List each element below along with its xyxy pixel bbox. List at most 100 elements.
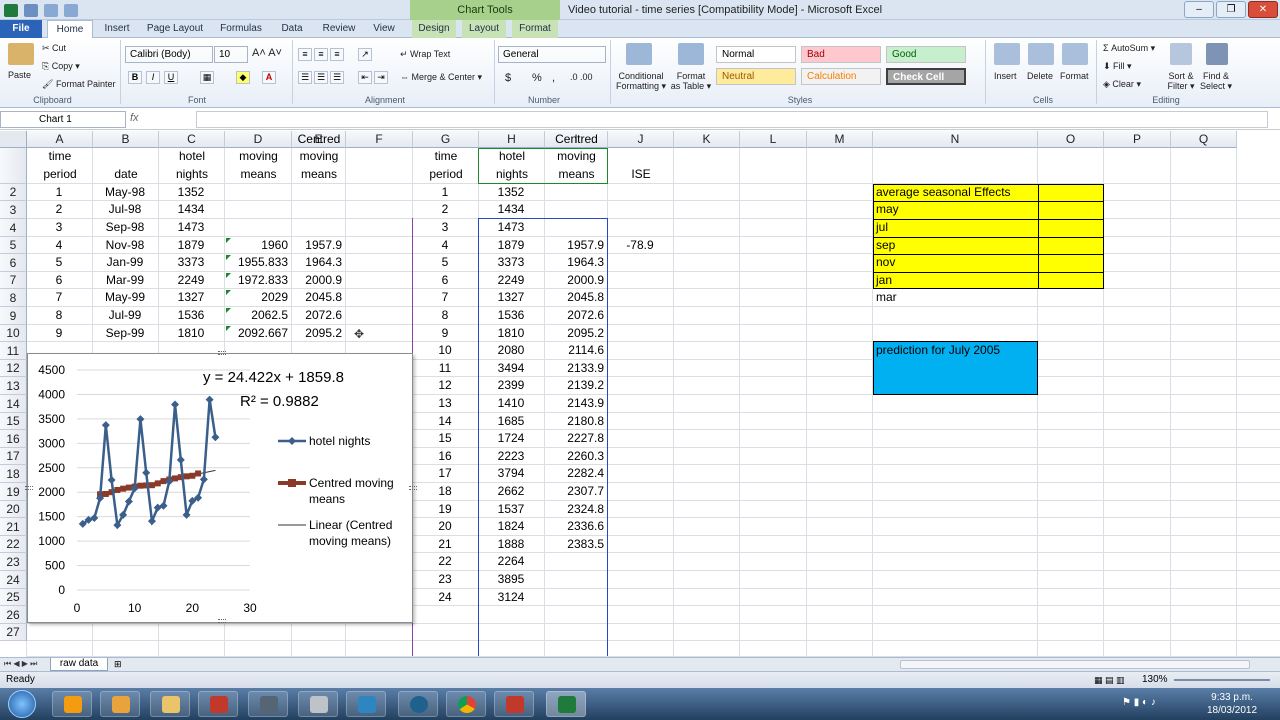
formula-input[interactable] [196, 111, 1268, 128]
conditional-formatting-icon[interactable] [626, 43, 652, 65]
taskbar-snipping[interactable] [198, 691, 238, 717]
insert-sheet-icon[interactable]: ⊞ [114, 659, 122, 670]
delete-cells-icon[interactable] [1028, 43, 1054, 65]
row-header[interactable]: 13 [0, 377, 27, 395]
header-moving-means[interactable]: moving means [225, 148, 292, 183]
currency-button[interactable]: $ [505, 72, 511, 84]
align-center-icon[interactable]: ☰ [314, 71, 328, 84]
time-period-cell[interactable]: 2 [29, 201, 89, 218]
taskbar-remote[interactable] [346, 691, 386, 717]
column-header[interactable]: C [159, 131, 225, 148]
tab-design[interactable]: Design [412, 20, 456, 38]
seasonal-label-may[interactable]: may [876, 201, 899, 218]
taskbar-outlook[interactable] [100, 691, 140, 717]
centred-moving-means-cell[interactable]: 2000.9 [294, 272, 342, 289]
sheet-tab-raw-data[interactable]: raw data [50, 658, 108, 671]
wrap-text-button[interactable]: ↵ Wrap Text [400, 49, 450, 60]
restore-icon[interactable]: ❐ [1216, 1, 1246, 18]
comma-button[interactable]: , [552, 72, 555, 84]
hotel-nights-cell[interactable]: 1434 [161, 201, 221, 218]
fill-button[interactable]: ⬇ Fill ▾ [1103, 61, 1132, 72]
column-header[interactable]: P [1104, 131, 1171, 148]
chart-resize-handle[interactable] [218, 619, 226, 623]
font-size-select[interactable]: 10 [214, 46, 248, 63]
taskbar-media-player[interactable] [52, 691, 92, 717]
tab-formulas[interactable]: Formulas [214, 20, 268, 38]
hotel-nights-cell[interactable]: 1352 [481, 184, 541, 201]
save-icon[interactable] [24, 3, 38, 17]
column-header[interactable]: D [225, 131, 292, 148]
view-buttons-icon[interactable]: ▦ ▤ ▥ [1094, 672, 1125, 688]
time-period-cell[interactable]: 8 [29, 307, 89, 324]
date-cell[interactable]: Sep-98 [95, 219, 155, 236]
format-cells-button[interactable]: Format [1060, 71, 1089, 81]
date-cell[interactable]: Sep-99 [95, 325, 155, 342]
zoom-level[interactable]: 130% [1142, 672, 1168, 688]
hotel-nights-cell[interactable]: 1879 [161, 237, 221, 254]
column-header[interactable]: A [27, 131, 93, 148]
header-date[interactable]: date [93, 166, 159, 183]
zoom-slider[interactable] [1174, 679, 1270, 681]
column-header[interactable]: B [93, 131, 159, 148]
name-box[interactable]: Chart 1 [0, 111, 126, 128]
row-header[interactable]: 3 [0, 201, 27, 219]
date-cell[interactable]: Jul-99 [95, 307, 155, 324]
date-cell[interactable]: Jul-98 [95, 201, 155, 218]
column-header[interactable]: G [413, 131, 479, 148]
system-clock[interactable]: 9:33 p.m. 18/03/2012 [1202, 691, 1262, 717]
align-middle-icon[interactable]: ≡ [314, 48, 328, 61]
column-header[interactable]: H [479, 131, 545, 148]
chart-resize-handle[interactable] [409, 486, 417, 490]
delete-cells-button[interactable]: Delete [1027, 71, 1053, 81]
moving-means-cell[interactable]: 2029 [227, 289, 288, 306]
merge-center-button[interactable]: ⇔ Merge & Center ▾ [400, 72, 482, 83]
style-normal[interactable]: Normal [716, 46, 796, 63]
redo-icon[interactable] [64, 3, 78, 17]
hotel-nights-cell[interactable]: 1352 [161, 184, 221, 201]
minimize-icon[interactable]: – [1184, 1, 1214, 18]
decimal-buttons-icon[interactable]: .0 .00 [570, 72, 593, 82]
undo-icon[interactable] [44, 3, 58, 17]
sort-filter-button[interactable]: Sort & Filter ▾ [1164, 71, 1198, 92]
moving-means-cell[interactable]: 2092.667 [227, 325, 288, 342]
seasonal-label-nov[interactable]: nov [876, 254, 895, 271]
conditional-formatting-button[interactable]: Conditional Formatting ▾ [616, 71, 666, 92]
close-icon[interactable]: ✕ [1248, 1, 1278, 18]
taskbar-acrobat[interactable] [494, 691, 534, 717]
style-good[interactable]: Good [886, 46, 966, 63]
seasonal-label-sep[interactable]: sep [876, 237, 895, 254]
moving-means-cell[interactable]: 1955.833 [227, 254, 288, 271]
bold-button[interactable]: B [128, 71, 142, 84]
column-header[interactable]: F [346, 131, 413, 148]
taskbar-calculator[interactable] [248, 691, 288, 717]
hotel-nights-cell[interactable]: 1327 [161, 289, 221, 306]
column-header[interactable]: M [807, 131, 873, 148]
header-hotel-nights[interactable]: hotel nights [159, 148, 225, 183]
style-neutral[interactable]: Neutral [716, 68, 796, 85]
horizontal-scrollbar[interactable] [900, 660, 1250, 669]
taskbar-app[interactable] [298, 691, 338, 717]
style-check-cell[interactable]: Check Cell [886, 68, 966, 85]
fill-color-icon[interactable]: ◆ [236, 71, 250, 84]
style-calculation[interactable]: Calculation [801, 68, 881, 85]
format-as-table-button[interactable]: Format as Table ▾ [670, 71, 712, 92]
grow-shrink-font-icon[interactable]: A˄ A˅ [252, 47, 282, 59]
time-period-cell[interactable]: 9 [29, 325, 89, 342]
row-header[interactable]: 17 [0, 448, 27, 465]
align-top-icon[interactable]: ≡ [298, 48, 312, 61]
column-header[interactable]: N [873, 131, 1038, 148]
time-period-cell[interactable]: 1 [29, 184, 89, 201]
hotel-nights-cell[interactable]: 3373 [161, 254, 221, 271]
row-header[interactable]: 14 [0, 395, 27, 413]
sort-filter-icon[interactable] [1170, 43, 1192, 65]
orientation-icon[interactable]: ↗ [358, 48, 372, 61]
hotel-nights-cell[interactable]: 1810 [161, 325, 221, 342]
taskbar-excel[interactable] [546, 691, 586, 717]
date-cell[interactable]: May-98 [95, 184, 155, 201]
increase-indent-icon[interactable]: ⇥ [374, 71, 388, 84]
align-left-icon[interactable]: ☰ [298, 71, 312, 84]
start-button[interactable] [8, 690, 36, 718]
row-header[interactable]: 9 [0, 307, 27, 325]
find-select-icon[interactable] [1206, 43, 1228, 65]
row-header[interactable]: 20 [0, 501, 27, 518]
